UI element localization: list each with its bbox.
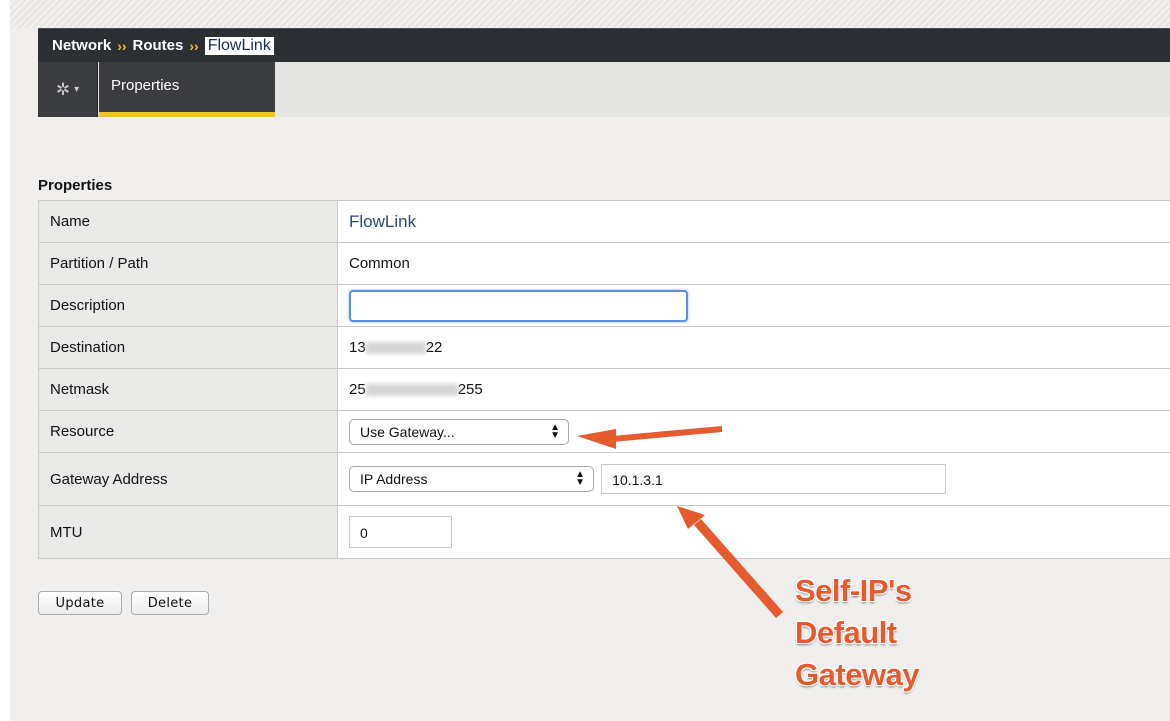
table-row: Resource Use Gateway... ▲ ▼ — [38, 410, 1170, 453]
netmask-value-end: 255 — [457, 381, 483, 398]
table-row: Netmask 25 255 — [38, 368, 1170, 411]
description-cell — [337, 284, 1170, 327]
destination-label: Destination — [38, 326, 338, 369]
gateway-type-select[interactable]: IP Address ▲ ▼ — [349, 466, 594, 492]
annotation-line: Default — [795, 615, 897, 650]
table-row: MTU 0 — [38, 505, 1170, 559]
mtu-label: MTU — [38, 505, 338, 559]
name-value-cell: FlowLink — [337, 200, 1170, 243]
resource-selected: Use Gateway... — [360, 423, 455, 440]
partition-value: Common — [337, 242, 1170, 285]
breadcrumb-routes[interactable]: Routes — [133, 37, 184, 54]
resource-select[interactable]: Use Gateway... ▲ ▼ — [349, 418, 569, 445]
partition-label: Partition / Path — [38, 242, 338, 285]
tab-bar: ✲ ▾ Properties — [38, 62, 1170, 117]
resource-label: Resource — [38, 410, 338, 453]
redacted-blur — [365, 384, 458, 397]
section-title: Properties — [38, 177, 113, 194]
destination-value-end: 22 — [425, 339, 443, 356]
select-arrows-icon: ▲ ▼ — [575, 469, 585, 488]
top-stripe — [10, 0, 1170, 28]
chevron-down-icon: ▾ — [74, 84, 80, 95]
description-input[interactable] — [349, 289, 688, 322]
mtu-input[interactable]: 0 — [349, 516, 452, 548]
redacted-blur — [365, 342, 426, 355]
gateway-cell: IP Address ▲ ▼ 10.1.3.1 — [337, 452, 1170, 506]
resource-cell: Use Gateway... ▲ ▼ — [337, 410, 1170, 453]
netmask-value-start: 25 — [349, 381, 366, 398]
netmask-label: Netmask — [38, 368, 338, 411]
description-label: Description — [38, 284, 338, 327]
gear-icon: ✲ — [55, 79, 71, 99]
mtu-cell: 0 — [337, 505, 1170, 559]
delete-button[interactable]: Delete — [131, 591, 209, 615]
breadcrumb-network[interactable]: Network — [52, 37, 111, 54]
gear-menu-button[interactable]: ✲ ▾ — [38, 62, 98, 117]
table-row: Name FlowLink — [38, 200, 1170, 243]
breadcrumb: Network ›› Routes ›› FlowLink — [38, 28, 1170, 62]
breadcrumb-separator: ›› — [117, 37, 127, 54]
breadcrumb-current: FlowLink — [204, 36, 274, 55]
destination-value-start: 13 — [349, 339, 366, 356]
destination-value: 13 22 — [337, 326, 1170, 369]
table-row: Destination 13 22 — [38, 326, 1170, 369]
tab-properties[interactable]: Properties — [99, 62, 275, 117]
table-row: Description — [38, 284, 1170, 327]
annotation-text: Self-IP's Default Gateway — [795, 570, 1015, 696]
gateway-label: Gateway Address — [38, 452, 338, 506]
properties-table: Name FlowLink Partition / Path Common De… — [38, 200, 1170, 559]
table-row: Gateway Address IP Address ▲ ▼ 10.1.3.1 — [38, 452, 1170, 506]
table-row: Partition / Path Common — [38, 242, 1170, 285]
annotation-line: Gateway — [795, 657, 920, 692]
update-button[interactable]: Update — [38, 591, 122, 615]
gateway-type-selected: IP Address — [360, 471, 428, 487]
annotation-line: Self-IP's — [795, 573, 912, 608]
gateway-address-input[interactable]: 10.1.3.1 — [601, 464, 947, 494]
name-value: FlowLink — [349, 211, 417, 231]
breadcrumb-separator: ›› — [189, 37, 199, 54]
netmask-value: 25 255 — [337, 368, 1170, 411]
select-arrows-icon: ▲ ▼ — [550, 421, 560, 441]
name-label: Name — [38, 200, 338, 243]
